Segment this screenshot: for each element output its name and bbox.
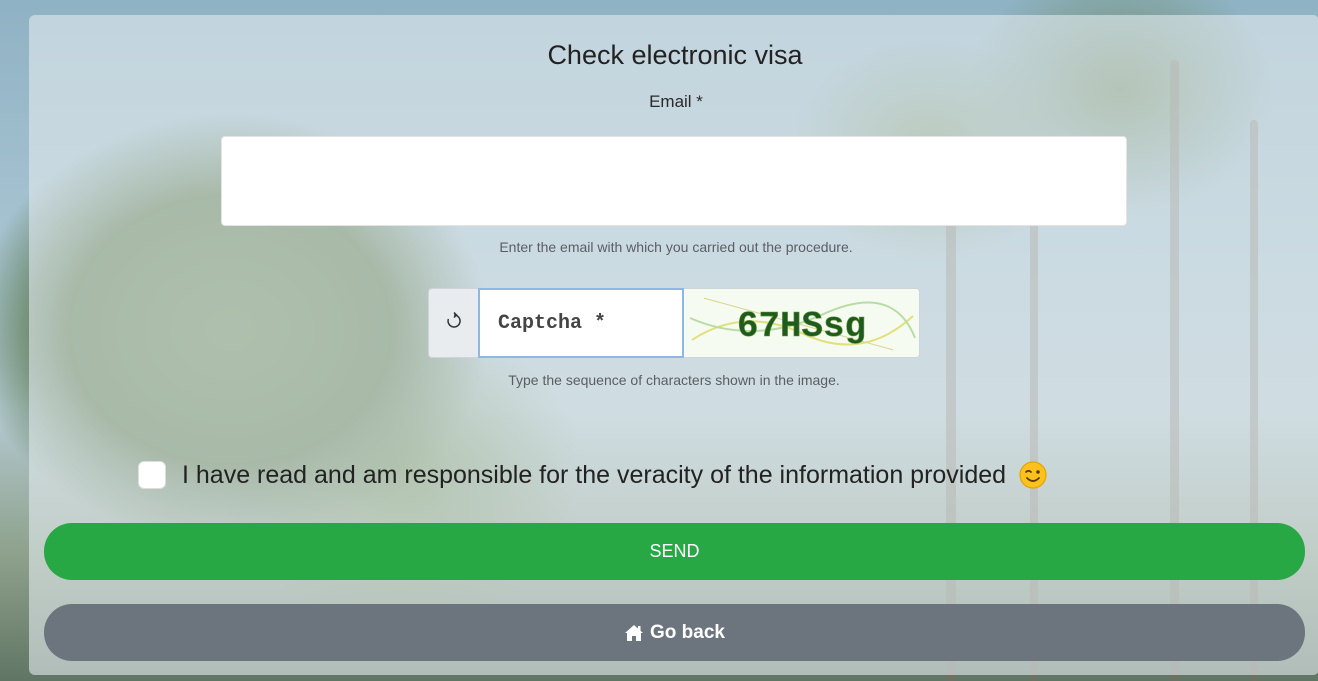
consent-row: I have read and am responsible for the v… bbox=[138, 460, 1048, 490]
wink-emoji-icon bbox=[1018, 460, 1048, 490]
go-back-label: Go back bbox=[650, 621, 725, 643]
go-back-button[interactable]: Go back bbox=[44, 604, 1305, 661]
email-help-text: Enter the email with which you carried o… bbox=[499, 239, 853, 255]
captcha-group: 67HSsg bbox=[428, 288, 920, 358]
captcha-refresh-button[interactable] bbox=[428, 288, 478, 358]
email-input[interactable] bbox=[221, 136, 1127, 226]
consent-label: I have read and am responsible for the v… bbox=[182, 460, 1007, 489]
email-label: Email * bbox=[649, 92, 703, 111]
page-title: Check electronic visa bbox=[547, 40, 803, 70]
captcha-image: 67HSsg bbox=[684, 288, 920, 358]
captcha-help-text: Type the sequence of characters shown in… bbox=[508, 372, 840, 388]
captcha-input[interactable] bbox=[478, 288, 684, 358]
captcha-image-text: 67HSsg bbox=[737, 306, 866, 347]
send-button[interactable]: SEND bbox=[44, 523, 1305, 580]
refresh-icon bbox=[445, 310, 463, 336]
home-icon bbox=[624, 624, 644, 642]
consent-checkbox[interactable] bbox=[138, 461, 166, 489]
